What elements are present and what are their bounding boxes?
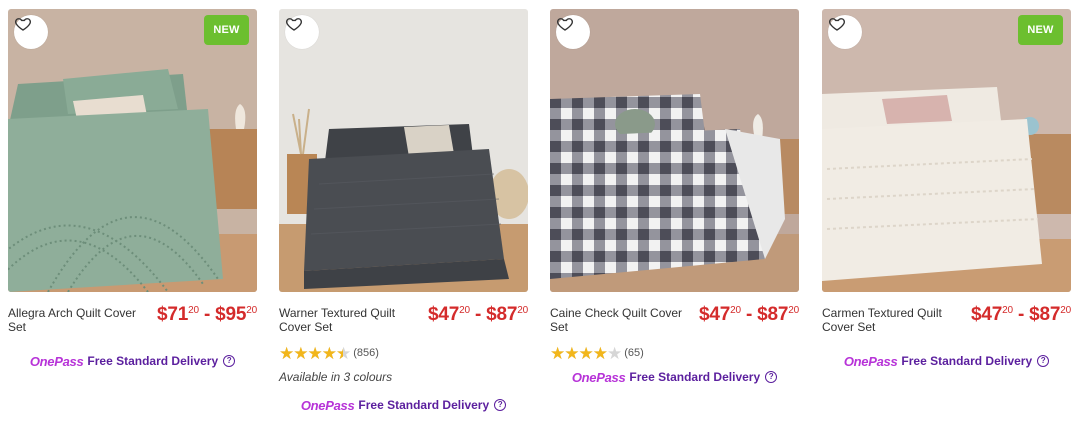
product-name[interactable]: Allegra Arch Quilt Cover Set bbox=[8, 306, 148, 334]
question-circle-icon[interactable]: ? bbox=[765, 371, 778, 383]
onepass-delivery: OnePass Free Standard Delivery ? bbox=[822, 352, 1071, 370]
star-fill: ★★★★★ bbox=[550, 344, 607, 362]
delivery-label: Free Standard Delivery bbox=[87, 354, 219, 368]
product-card[interactable]: Warner Textured Quilt Cover Set $4720 - … bbox=[279, 9, 528, 414]
wishlist-button[interactable] bbox=[828, 15, 862, 49]
onepass-logo: OnePass bbox=[29, 353, 84, 369]
onepass-logo: OnePass bbox=[300, 397, 355, 413]
rating[interactable]: ★★★★★ ★★★★★ (856) bbox=[279, 343, 528, 363]
colour-availability: Available in 3 colours bbox=[279, 370, 393, 384]
review-count: (65) bbox=[624, 347, 644, 359]
product-name[interactable]: Carmen Textured Quilt Cover Set bbox=[822, 306, 962, 334]
price-range: $4720 - $8720 bbox=[428, 304, 528, 325]
delivery-label: Free Standard Delivery bbox=[629, 370, 761, 384]
onepass-delivery: OnePass Free Standard Delivery ? bbox=[279, 396, 528, 414]
star-fill: ★★★★★ bbox=[279, 344, 343, 362]
product-card[interactable]: NEW Allegra Arch Quilt Cover Set $7120 -… bbox=[8, 9, 257, 370]
delivery-label: Free Standard Delivery bbox=[358, 398, 490, 412]
heart-outline-icon bbox=[557, 18, 573, 31]
heart-outline-icon bbox=[286, 18, 302, 31]
wishlist-button[interactable] bbox=[556, 15, 590, 49]
wishlist-button[interactable] bbox=[285, 15, 319, 49]
question-circle-icon[interactable]: ? bbox=[1037, 355, 1050, 367]
product-card[interactable]: NEW Carmen Textured Quilt Cover Set $472… bbox=[822, 9, 1071, 370]
product-name[interactable]: Caine Check Quilt Cover Set bbox=[550, 306, 690, 334]
delivery-label: Free Standard Delivery bbox=[901, 354, 1033, 368]
onepass-logo: OnePass bbox=[843, 353, 898, 369]
new-badge: NEW bbox=[204, 15, 249, 45]
question-circle-icon[interactable]: ? bbox=[223, 355, 236, 367]
product-card[interactable]: Caine Check Quilt Cover Set $4720 - $872… bbox=[550, 9, 799, 386]
heart-outline-icon bbox=[15, 18, 31, 31]
price-range: $4720 - $8720 bbox=[971, 304, 1071, 325]
onepass-delivery: OnePass Free Standard Delivery ? bbox=[8, 352, 257, 370]
wishlist-button[interactable] bbox=[14, 15, 48, 49]
price-range: $4720 - $8720 bbox=[699, 304, 799, 325]
new-badge: NEW bbox=[1018, 15, 1063, 45]
onepass-delivery: OnePass Free Standard Delivery ? bbox=[550, 368, 799, 386]
product-image[interactable] bbox=[550, 9, 799, 292]
review-count: (856) bbox=[353, 347, 379, 359]
product-image[interactable]: NEW bbox=[8, 9, 257, 292]
onepass-logo: OnePass bbox=[571, 369, 626, 385]
rating[interactable]: ★★★★★ ★★★★★ (65) bbox=[550, 343, 799, 363]
star-rating: ★★★★★ ★★★★★ bbox=[550, 344, 622, 362]
product-image[interactable] bbox=[279, 9, 528, 292]
question-circle-icon[interactable]: ? bbox=[494, 399, 507, 411]
product-name[interactable]: Warner Textured Quilt Cover Set bbox=[279, 306, 419, 334]
product-image[interactable]: NEW bbox=[822, 9, 1071, 292]
star-rating: ★★★★★ ★★★★★ bbox=[279, 344, 351, 362]
heart-outline-icon bbox=[829, 18, 845, 31]
price-range: $7120 - $9520 bbox=[157, 304, 257, 325]
